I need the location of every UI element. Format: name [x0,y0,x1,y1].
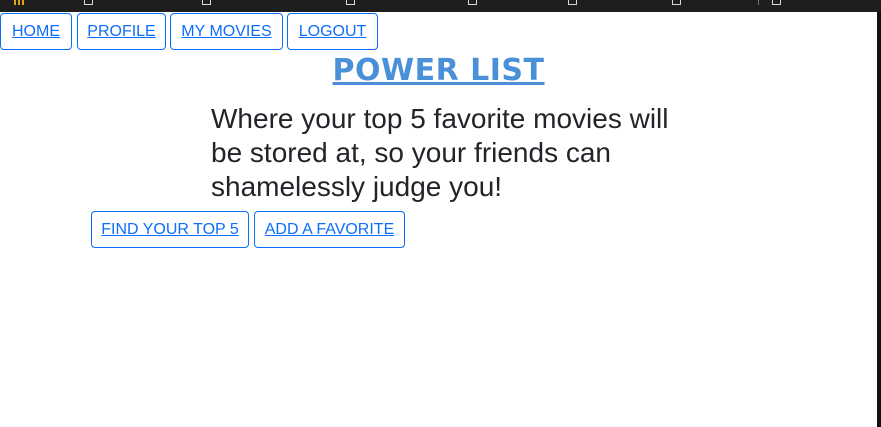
nav-profile-button[interactable]: PROFILE [77,13,166,50]
nav-home-button[interactable]: HOME [0,13,72,50]
apps-grid-icon[interactable] [14,0,26,5]
tagline-text: Where your top 5 favorite movies will be… [211,103,669,202]
add-favorite-button[interactable]: ADD A FAVORITE [254,211,405,248]
bookmarks-divider [758,0,759,5]
bookmark-page-icon[interactable] [202,0,211,5]
bookmark-page-icon[interactable] [672,0,681,5]
bookmark-page-icon[interactable] [346,0,355,5]
window-edge [877,12,881,427]
page-title[interactable]: POWER LIST [0,52,877,90]
find-top5-button[interactable]: FIND YOUR TOP 5 [91,211,249,248]
browser-bookmarks-bar [0,0,881,12]
bookmark-page-icon[interactable] [568,0,577,5]
bookmark-page-icon[interactable] [468,0,477,5]
reading-list-icon[interactable] [772,0,781,5]
bookmark-page-icon[interactable] [84,0,93,5]
nav-logout-button[interactable]: LOGOUT [287,13,378,50]
nav-my-movies-button[interactable]: MY MOVIES [170,13,283,50]
